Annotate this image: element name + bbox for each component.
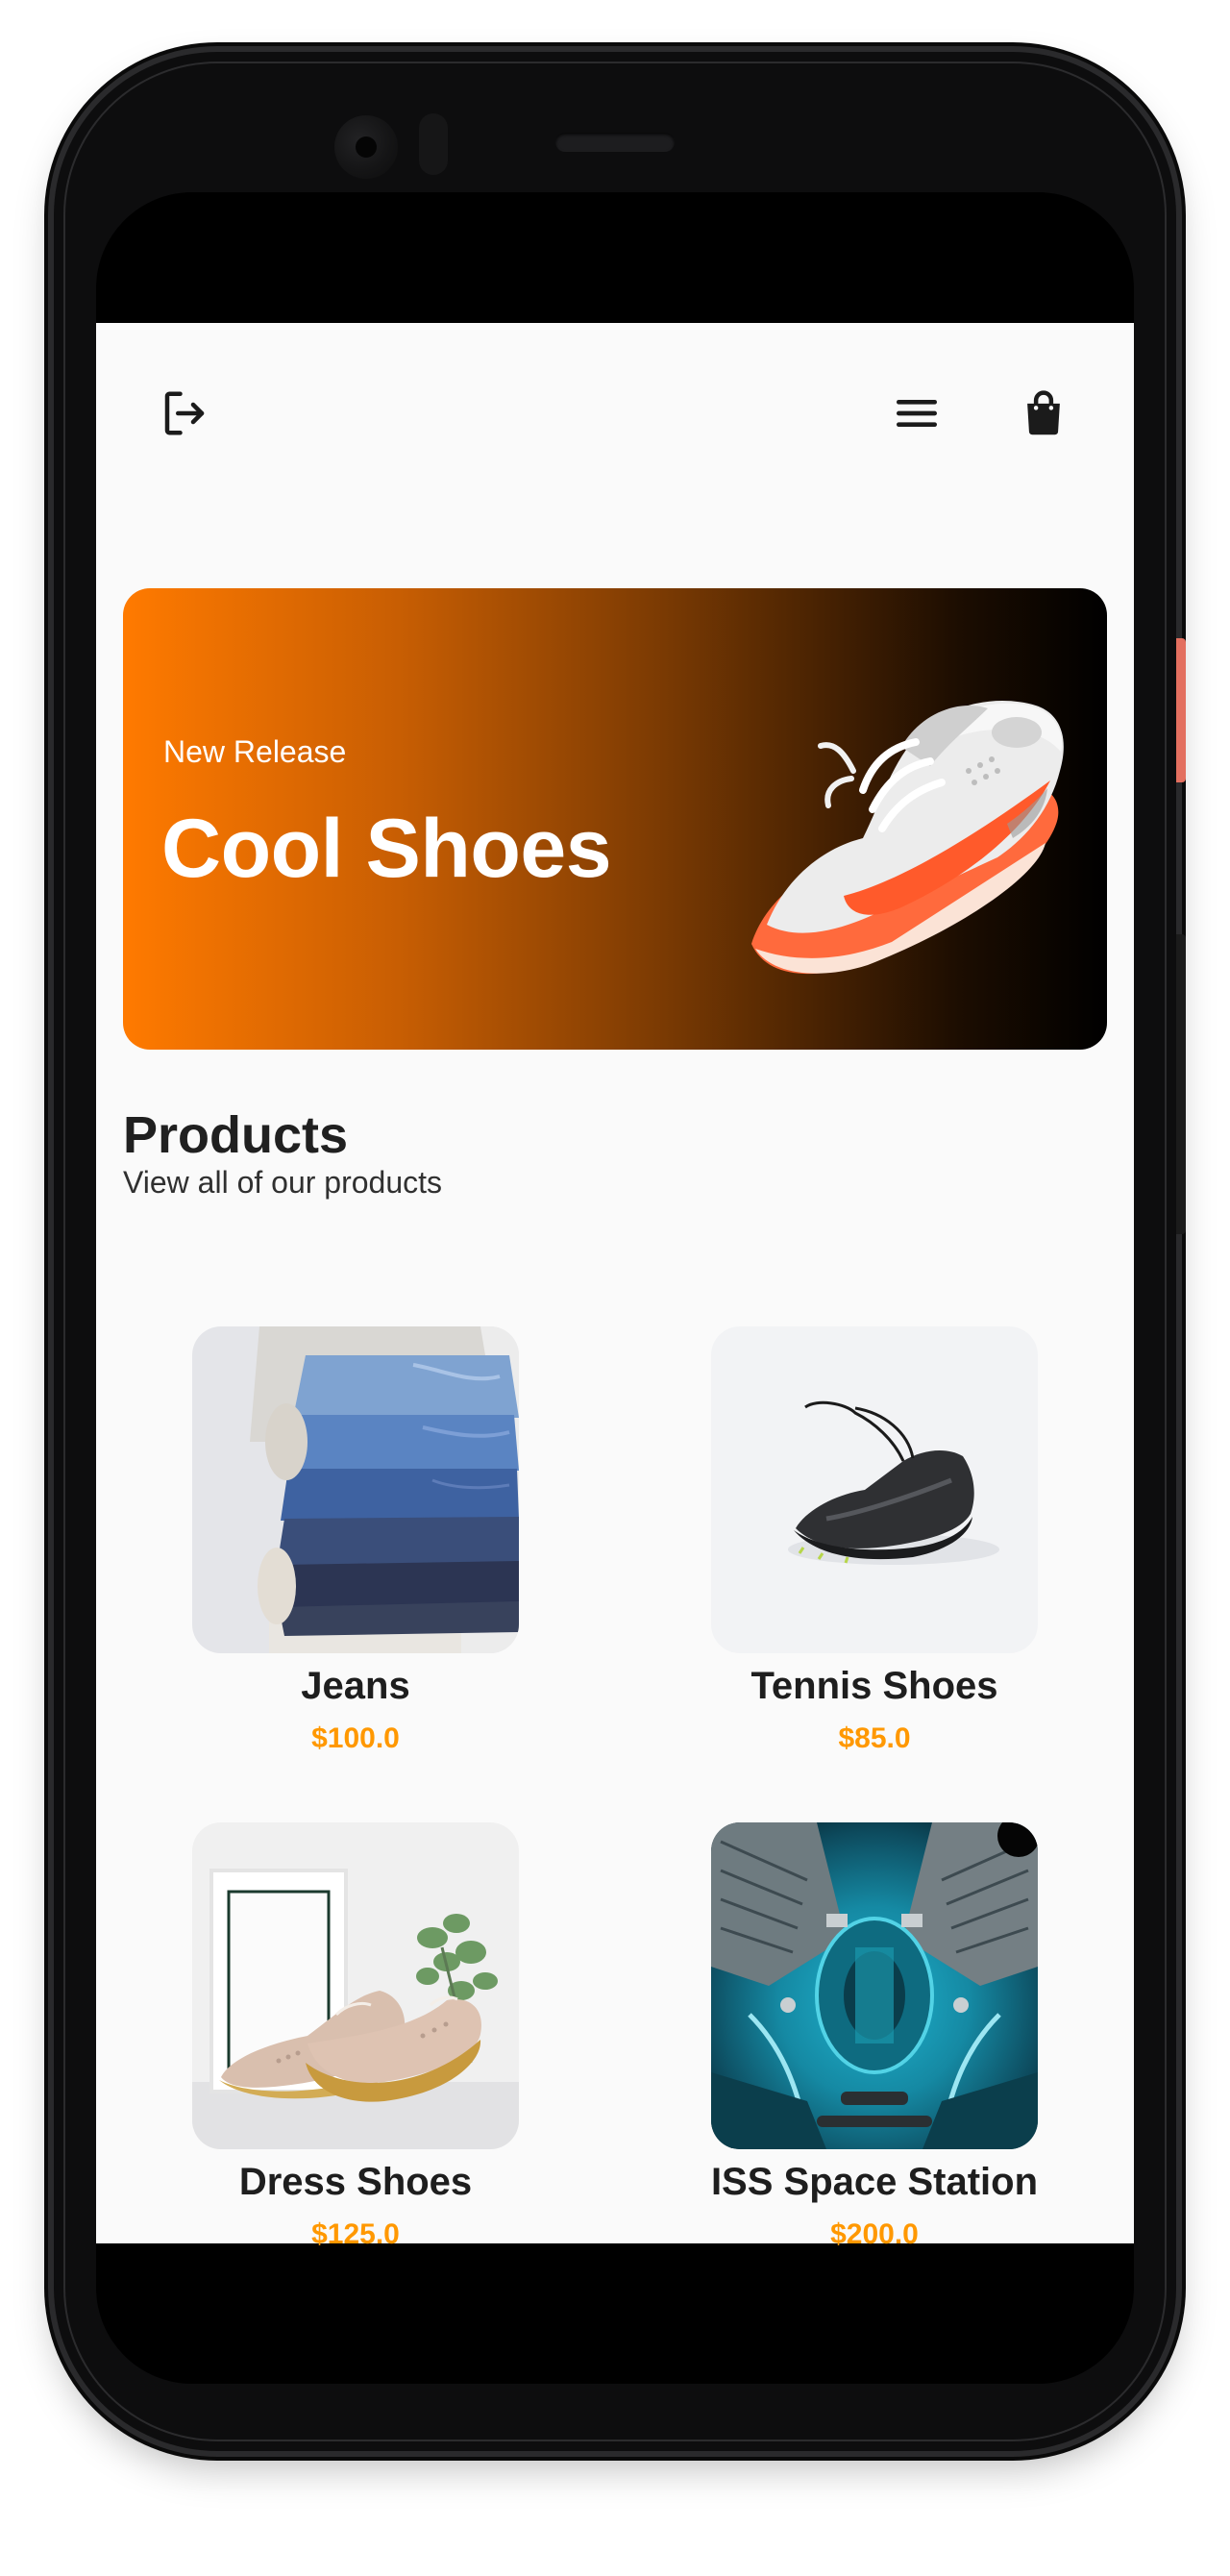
product-card-jeans[interactable]: Jeans $100.0	[144, 1326, 567, 1788]
product-image	[192, 1326, 519, 1653]
product-image	[711, 1822, 1038, 2149]
banner-title: Cool Shoes	[161, 803, 612, 895]
products-subheading: View all of our products	[123, 1165, 443, 1200]
new-release-banner[interactable]: New Release Cool Shoes	[123, 588, 1107, 1050]
product-price: $100.0	[311, 1722, 400, 1754]
product-card-iss-space-station[interactable]: ISS Space Station $200.0	[663, 1822, 1086, 2284]
product-price: $125.0	[311, 2218, 400, 2250]
shopping-bag-icon[interactable]	[1015, 384, 1072, 442]
products-heading: Products	[123, 1106, 349, 1164]
product-name: ISS Space Station	[710, 2161, 1039, 2203]
product-card-dress-shoes[interactable]: Dress Shoes $125.0	[144, 1822, 567, 2284]
product-name: Jeans	[301, 1665, 410, 1707]
product-image	[711, 1326, 1038, 1653]
phone-screen: New Release Cool Shoes Products View all…	[96, 192, 1134, 2384]
product-name: Tennis Shoes	[750, 1665, 998, 1707]
logout-icon[interactable]	[156, 384, 213, 442]
product-name: Dress Shoes	[238, 2161, 473, 2203]
volume-button	[1176, 934, 1186, 1234]
product-image	[192, 1822, 519, 2149]
earpiece-speaker	[555, 133, 675, 152]
banner-subtitle: New Release	[163, 734, 347, 769]
sneaker-image	[751, 701, 1064, 975]
proximity-sensor	[419, 113, 448, 175]
product-card-tennis-shoes[interactable]: Tennis Shoes $85.0	[663, 1326, 1086, 1788]
power-button	[1176, 638, 1186, 782]
front-camera	[334, 115, 398, 179]
product-price: $85.0	[838, 1722, 911, 1754]
product-price: $200.0	[830, 2218, 919, 2250]
menu-icon[interactable]	[888, 384, 946, 442]
